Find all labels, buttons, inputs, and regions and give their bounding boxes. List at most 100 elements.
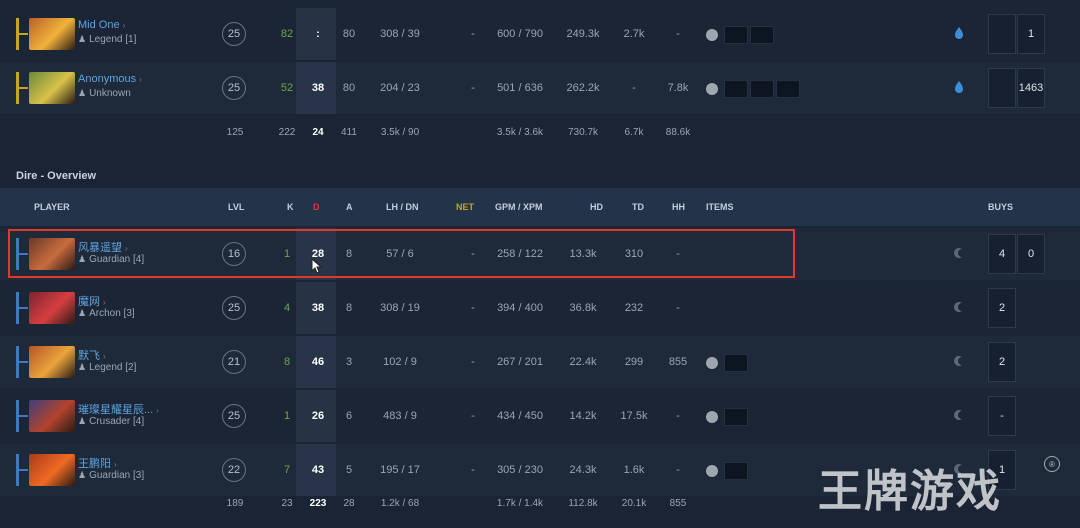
header-d[interactable]: D [313,188,320,226]
watermark: 王牌游戏 [818,466,1002,517]
item-slot[interactable] [724,80,748,98]
table-row[interactable]: 默飞 › ♟ Legend [2] 21 8 46 3 102 / 9-267 / 201 22.… [0,336,1080,388]
buyback-box[interactable]: - [988,396,1016,436]
table-row[interactable]: 魔网 › ♟ Archon [3] 25 4 38 8 308 / 19-394 / 400 36… [0,282,1080,334]
external-link-icon: › [156,406,159,415]
rank-text: Crusader [4] [89,416,145,427]
kills-value: 46 [311,356,325,368]
net-value: - [471,28,475,40]
deaths-value: 3 [345,356,353,368]
rank-text: Guardian [3] [89,470,145,481]
header-lvl[interactable]: LVL [228,188,244,226]
item-slots [706,26,774,44]
hero-portrait[interactable] [16,400,75,432]
item-slot[interactable] [724,26,748,44]
deaths-value: 8 [345,248,353,260]
player-name-link[interactable]: Mid One › [78,19,125,31]
header-hh[interactable]: HH [672,188,685,226]
item-slot[interactable] [776,80,800,98]
table-row[interactable]: 璀璨星耀星辰... › ♟ Crusader [4] 25 1 26 6 483 / 9-434… [0,390,1080,442]
td-value: 17.5k [620,410,648,422]
player-name-link[interactable]: 魔网 › [78,293,106,309]
header-td[interactable]: TD [632,188,644,226]
buyback-box[interactable] [988,14,1016,54]
header-items[interactable]: ITEMS [706,188,734,226]
level-badge: 25 [222,296,246,320]
water-drop-icon [955,81,963,93]
lh-value: 8 [283,356,291,368]
buyback-box[interactable]: 1 [1017,14,1045,54]
table-row[interactable]: 风暴遥望 › ♟ Guardian [4] 16 1 28 8 57 / 6-258 / 122… [0,228,1080,280]
buyback-box[interactable]: 4 [988,234,1016,274]
player-name-link[interactable]: 风暴遥望 › [78,239,128,255]
player-name-link[interactable]: 璀璨星耀星辰... › [78,401,159,417]
header-gpm[interactable]: GPM / XPM [495,188,543,226]
hero-portrait[interactable] [16,346,75,378]
header-lhdn[interactable]: LH / DN [386,188,419,226]
td-value: - [632,82,636,94]
table-row[interactable]: Anonymous › ♟ Unknown 25 52 38 80 204 / 23 - 501 /… [0,62,1080,114]
hero-image [29,346,75,378]
level-badge: 22 [222,458,246,482]
player-name-link[interactable]: 王鹏阳 › [78,455,117,471]
total-td: 6.7k [624,126,644,138]
header-buys[interactable]: BUYS [988,188,1013,226]
player-name-link[interactable]: 默飞 › [78,347,106,363]
lhdn-value: 57 / 6 [386,248,414,260]
hd-value: 36.8k [569,302,597,314]
td-value: 2.7k [623,28,645,40]
header-hd[interactable]: HD [590,188,603,226]
hd-value: 262.2k [566,82,600,94]
header-a[interactable]: A [346,188,353,226]
hero-portrait[interactable] [16,18,75,50]
hero-portrait[interactable] [16,72,75,104]
hero-portrait[interactable] [16,238,75,270]
item-slot[interactable] [724,354,748,372]
buyback-box[interactable]: 2 [988,288,1016,328]
moon-icon [954,410,962,420]
player-rank: ♟ Crusader [4] [78,416,144,427]
coin-icon [706,83,718,95]
player-rank: ♟ Guardian [3] [78,470,144,481]
team-marker [16,415,28,417]
total-hh: 88.6k [665,126,691,138]
total-deaths: 28 [343,497,355,509]
item-slot[interactable] [724,462,748,480]
mouse-cursor-icon [311,258,323,274]
gpm-value: 258 / 122 [497,248,543,260]
hero-portrait[interactable] [16,454,75,486]
net-value: - [471,410,475,422]
hero-portrait[interactable] [16,292,75,324]
item-slot[interactable] [724,408,748,426]
hd-value: 13.3k [569,248,597,260]
external-link-icon: › [139,75,142,84]
deaths-value: 80 [342,28,356,40]
kills-value: 38 [311,82,325,94]
coin-icon [706,411,718,423]
total-lhdn: 1.2k / 68 [380,497,420,509]
person-icon: ♟ [78,470,87,480]
item-slot[interactable] [750,26,774,44]
hh-value: 855 [668,356,688,368]
buyback-box[interactable]: 0 [1017,234,1045,274]
header-k[interactable]: K [287,188,294,226]
table-row[interactable]: Mid One › ♟ Legend [1] 25 82: 80 308 / 39 - 600 /… [0,8,1080,60]
rank-text: Legend [2] [89,362,137,373]
item-slot[interactable] [750,80,774,98]
buyback-box[interactable] [988,68,1016,108]
water-drop-icon [955,27,963,39]
buyback-box[interactable]: 2 [988,342,1016,382]
player-name: 风暴遥望 [78,242,122,254]
header-net[interactable]: NET [456,188,474,226]
total-gpm: 3.5k / 3.6k [496,126,544,138]
buyback-box[interactable]: 1463 [1017,68,1045,108]
td-value: 299 [624,356,644,368]
player-rank: ♟ Legend [1] [78,34,136,45]
player-name: Anonymous [78,73,137,85]
player-name-link[interactable]: Anonymous › [78,73,142,85]
level-badge: 21 [222,350,246,374]
header-player[interactable]: PLAYER [34,188,70,226]
total-lh: 23 [281,497,293,509]
hh-value: - [676,410,680,422]
person-icon: ♟ [78,88,87,98]
